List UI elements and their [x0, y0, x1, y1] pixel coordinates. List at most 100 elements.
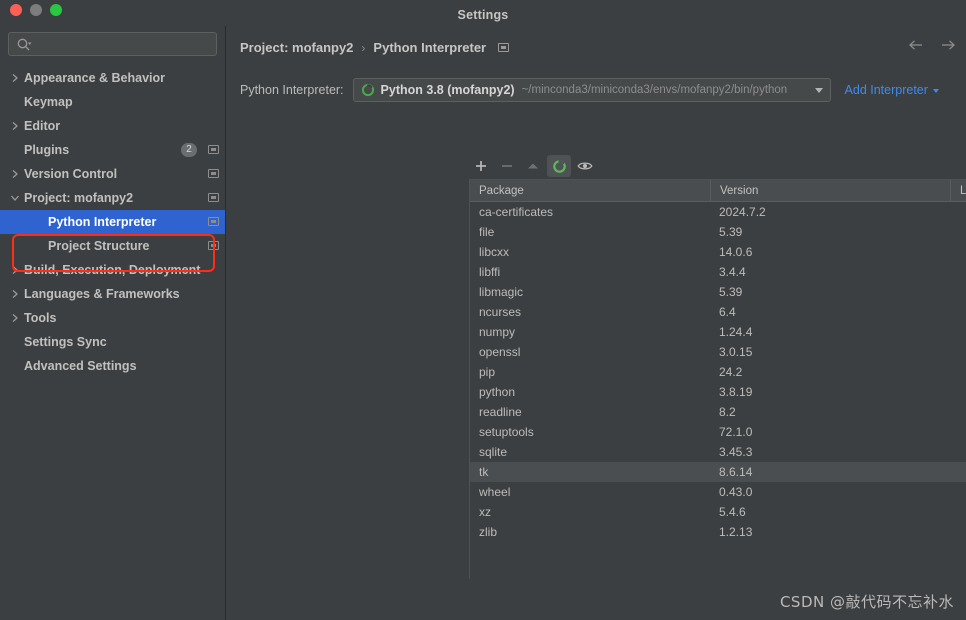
package-version: 72.1.0: [719, 425, 753, 439]
table-row[interactable]: libmagic 5.39: [470, 282, 966, 302]
package-name: libffi: [479, 265, 501, 279]
sidebar-item-label: Python Interpreter: [48, 215, 157, 229]
package-version: 6.4: [719, 305, 736, 319]
collapsed-arrow-icon[interactable]: [8, 169, 22, 179]
column-header[interactable]: Version: [710, 180, 950, 202]
sidebar-item-label: Plugins: [24, 143, 70, 157]
package-toolbar: [469, 154, 966, 178]
sidebar-item-editor[interactable]: Editor: [0, 114, 225, 138]
chevron-down-icon[interactable]: [814, 88, 823, 93]
expanded-arrow-icon[interactable]: [8, 194, 22, 202]
collapsed-arrow-icon[interactable]: [8, 265, 22, 275]
back-arrow-icon[interactable]: [908, 39, 924, 51]
settings-main-panel: Project: mofanpy2 › Python Interpreter P…: [226, 26, 966, 620]
table-row[interactable]: libffi 3.4.4: [470, 262, 966, 282]
package-version: 8.6.14: [719, 465, 753, 479]
breadcrumb-project[interactable]: Project: mofanpy2: [240, 40, 353, 55]
settings-sidebar: Appearance & Behavior Keymap Editor Plugins…: [0, 26, 226, 620]
show-early-releases-button[interactable]: [573, 155, 597, 177]
table-row[interactable]: tk 8.6.14: [470, 462, 966, 482]
collapsed-arrow-icon[interactable]: [8, 313, 22, 323]
sidebar-item-label: Settings Sync: [24, 335, 107, 349]
sidebar-item-languages-frameworks[interactable]: Languages & Frameworks: [0, 282, 225, 306]
package-name: libcxx: [479, 245, 510, 259]
project-scope-icon: [208, 169, 219, 178]
table-row[interactable]: wheel 0.43.0: [470, 482, 966, 502]
search-input[interactable]: [35, 33, 205, 55]
table-row[interactable]: zlib 1.2.13: [470, 522, 966, 542]
conda-toggle-button[interactable]: [547, 155, 571, 177]
plugins-update-badge: 2: [181, 143, 197, 157]
table-row[interactable]: openssl 3.0.15: [470, 342, 966, 362]
table-row[interactable]: ncurses 6.4: [470, 302, 966, 322]
settings-tree: Appearance & Behavior Keymap Editor Plugins…: [0, 66, 225, 378]
collapsed-arrow-icon[interactable]: [8, 121, 22, 131]
table-row[interactable]: libcxx 14.0.6: [470, 242, 966, 262]
sidebar-item-build-execution-deployment[interactable]: Build, Execution, Deployment: [0, 258, 225, 282]
sidebar-item-project-mofanpy2[interactable]: Project: mofanpy2: [0, 186, 225, 210]
table-row[interactable]: pip 24.2: [470, 362, 966, 382]
add-package-button[interactable]: [469, 155, 493, 177]
table-row[interactable]: readline 8.2: [470, 402, 966, 422]
table-row[interactable]: setuptools 72.1.0: [470, 422, 966, 442]
watermark: CSDN @敲代码不忘补水: [779, 593, 954, 611]
sidebar-item-project-structure[interactable]: Project Structure: [0, 234, 225, 258]
sidebar-item-label: Version Control: [24, 167, 118, 181]
interpreter-name: Python 3.8 (mofanpy2): [380, 83, 515, 97]
sidebar-item-advanced-settings[interactable]: Advanced Settings: [0, 354, 225, 378]
collapsed-arrow-icon[interactable]: [8, 289, 22, 299]
remove-package-button: [495, 155, 519, 177]
minimize-window-button[interactable]: [30, 4, 42, 16]
package-table-header: PackageVersionLatest version: [470, 180, 966, 202]
column-header[interactable]: Latest version: [950, 180, 966, 202]
package-version: 3.4.4: [719, 265, 746, 279]
sidebar-item-label: Languages & Frameworks: [24, 287, 180, 301]
sidebar-search-wrap: [0, 32, 225, 62]
package-name: setuptools: [479, 425, 534, 439]
column-header[interactable]: Package: [470, 180, 710, 202]
table-row[interactable]: numpy 1.24.4: [470, 322, 966, 342]
zoom-window-button[interactable]: [50, 4, 62, 16]
package-version: 5.39: [719, 285, 743, 299]
package-name: sqlite: [479, 445, 508, 459]
sidebar-item-tools[interactable]: Tools: [0, 306, 225, 330]
table-row[interactable]: sqlite 3.45.3: [470, 442, 966, 462]
project-scope-icon: [208, 193, 219, 202]
sidebar-item-version-control[interactable]: Version Control: [0, 162, 225, 186]
package-name: python: [479, 385, 516, 399]
sidebar-item-label: Editor: [24, 119, 61, 133]
table-row[interactable]: file 5.39: [470, 222, 966, 242]
package-version: 5.39: [719, 225, 743, 239]
conda-icon: [361, 83, 375, 97]
table-row[interactable]: ca-certificates 2024.7.2: [470, 202, 966, 222]
breadcrumb-page: Python Interpreter: [373, 40, 487, 55]
sidebar-item-label: Build, Execution, Deployment: [24, 263, 201, 277]
interpreter-combobox[interactable]: Python 3.8 (mofanpy2) ~/minconda3/minico…: [352, 78, 831, 102]
package-table-body: ca-certificates 2024.7.2 file 5.39 libcxx 14.…: [470, 202, 966, 542]
add-interpreter-button[interactable]: Add Interpreter: [845, 83, 939, 97]
sidebar-item-label: Project: mofanpy2: [24, 191, 134, 205]
navigation-arrows: [908, 39, 956, 51]
search-box[interactable]: [8, 32, 217, 56]
sidebar-item-settings-sync[interactable]: Settings Sync: [0, 330, 225, 354]
package-version: 24.2: [719, 365, 743, 379]
package-name: pip: [479, 365, 496, 379]
package-table: PackageVersionLatest version ca-certific…: [469, 179, 966, 579]
sidebar-item-label: Tools: [24, 311, 57, 325]
sidebar-item-keymap[interactable]: Keymap: [0, 90, 225, 114]
package-version: 0.43.0: [719, 485, 753, 499]
package-version: 1.24.4: [719, 325, 753, 339]
forward-arrow-icon[interactable]: [940, 39, 956, 51]
sidebar-item-label: Project Structure: [48, 239, 150, 253]
sidebar-item-python-interpreter[interactable]: Python Interpreter: [0, 210, 225, 234]
project-scope-icon: [208, 145, 219, 154]
close-window-button[interactable]: [10, 4, 22, 16]
table-row[interactable]: xz 5.4.6: [470, 502, 966, 522]
sidebar-item-plugins[interactable]: Plugins 2: [0, 138, 225, 162]
interpreter-row: Python Interpreter: Python 3.8 (mofanpy2…: [240, 76, 956, 104]
sidebar-item-appearance-behavior[interactable]: Appearance & Behavior: [0, 66, 225, 90]
interpreter-label: Python Interpreter:: [240, 83, 344, 97]
sidebar-item-label: Appearance & Behavior: [24, 71, 166, 85]
table-row[interactable]: python 3.8.19: [470, 382, 966, 402]
collapsed-arrow-icon[interactable]: [8, 73, 22, 83]
